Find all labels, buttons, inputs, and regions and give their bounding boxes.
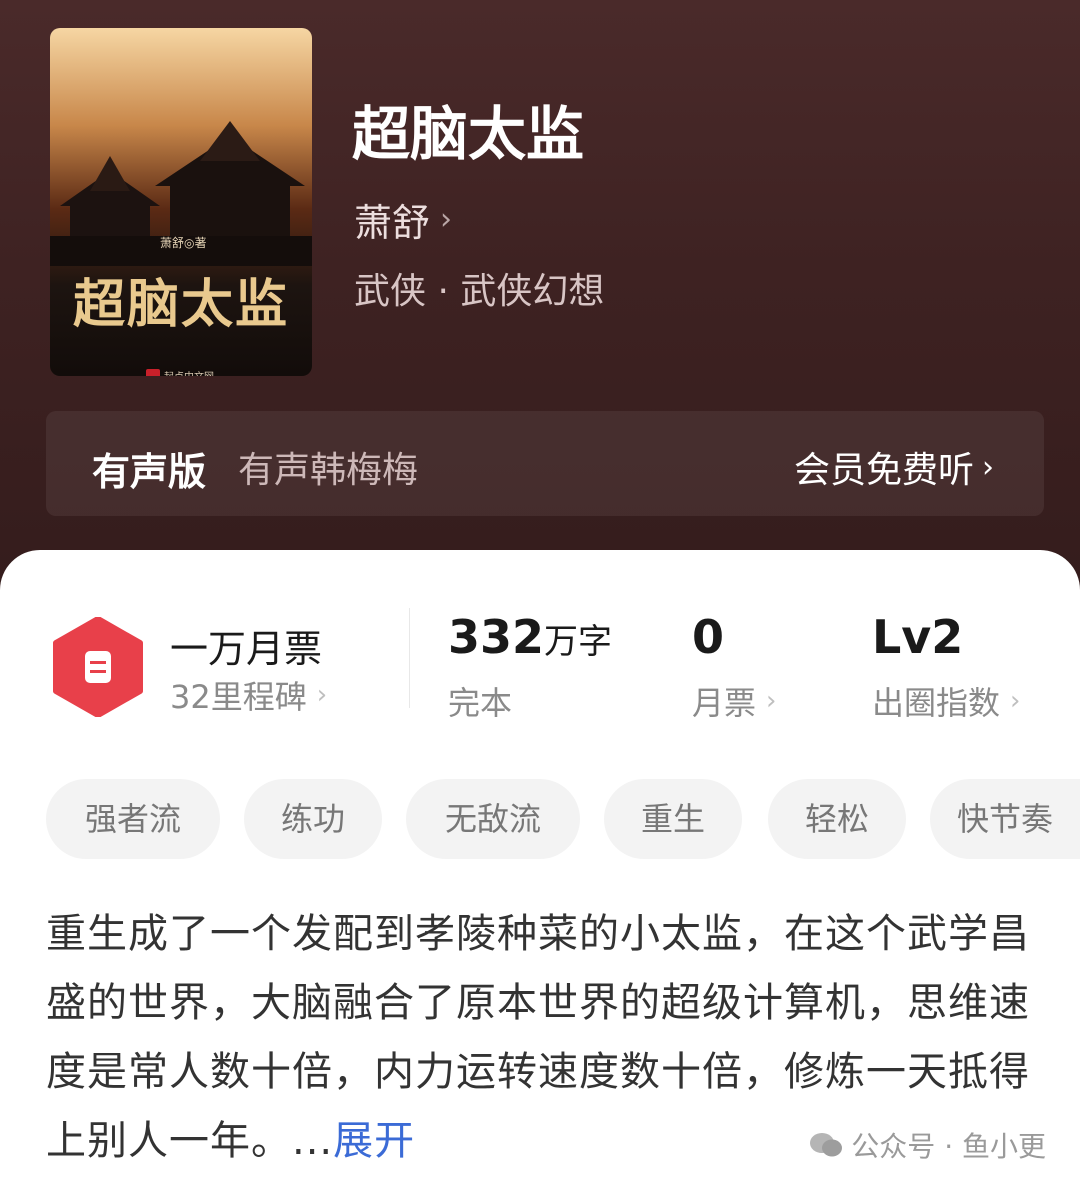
book-header: 萧舒◎著 超脑太监 起点中文网 超脑太监 萧舒 › 武侠 · 武侠幻想 有声版 … (0, 0, 1080, 600)
cover-publisher: 起点中文网 (146, 368, 214, 376)
tag-list: 强者流 练功 无敌流 重生 轻松 快节奏 (0, 779, 1080, 859)
monthly-votes-link[interactable]: 月票 › (692, 678, 776, 724)
chevron-right-icon: › (766, 686, 777, 716)
popularity-link[interactable]: 出圈指数 › (872, 678, 1020, 724)
completion-status-label: 完本 (448, 684, 513, 722)
tag-chip[interactable]: 快节奏 (930, 779, 1080, 859)
author-link[interactable]: 萧舒 › (354, 192, 452, 247)
book-cover[interactable]: 萧舒◎著 超脑太监 起点中文网 (50, 28, 312, 376)
word-count-value: 332 (448, 610, 545, 664)
word-count: 332万字 (448, 610, 612, 664)
popularity-label: 出圈指数 (872, 684, 1001, 722)
monthly-votes-label: 月票 (692, 684, 757, 722)
publisher-logo-icon (146, 368, 160, 376)
audio-label: 有声版 (92, 450, 207, 494)
wechat-icon (810, 1133, 843, 1157)
tag-chip[interactable]: 重生 (604, 779, 742, 859)
completion-status: 完本 (448, 678, 512, 724)
ticket-badge-icon (53, 617, 143, 717)
cover-author: 萧舒◎著 (160, 236, 207, 250)
chevron-right-icon: › (440, 202, 453, 237)
author-name: 萧舒 (354, 201, 431, 245)
intro-ellipsis: ... (292, 1118, 334, 1164)
cover-title-art: 超脑太监 (72, 274, 289, 335)
expand-link[interactable]: 展开 (333, 1118, 415, 1164)
word-count-unit: 万字 (544, 622, 613, 662)
milestone-sub: 32里程碑 (170, 678, 307, 716)
tag-chip[interactable]: 轻松 (768, 779, 906, 859)
tag-chip[interactable]: 强者流 (46, 779, 220, 859)
watermark: 公众号 · 鱼小更 (809, 1125, 1046, 1165)
book-details-sheet: 一万月票 32里程碑 › 332万字 完本 0 月票 › Lv2 出圈指数 › … (0, 550, 1080, 1189)
chevron-right-icon: › (316, 680, 328, 710)
stats-divider (409, 608, 410, 708)
listen-free-button[interactable]: 会员免费听 › (794, 441, 994, 493)
audio-version-bar[interactable]: 有声版 有声韩梅梅 会员免费听 › (46, 411, 1044, 516)
book-genre: 武侠 · 武侠幻想 (354, 271, 605, 312)
tag-chip[interactable]: 无敌流 (406, 779, 580, 859)
monthly-votes-value: 0 (692, 610, 725, 664)
milestone-title: 一万月票 (170, 627, 323, 671)
watermark-text: 公众号 · 鱼小更 (851, 1130, 1046, 1163)
audio-narrator: 有声韩梅梅 (238, 450, 419, 491)
book-title: 超脑太监 (352, 100, 585, 168)
tag-chip[interactable]: 练功 (244, 779, 382, 859)
popularity-value: Lv2 (872, 610, 964, 664)
listen-free-label: 会员免费听 (793, 450, 974, 491)
milestone-link[interactable]: 32里程碑 › (170, 672, 327, 718)
chevron-right-icon: › (1010, 686, 1021, 716)
publisher-name: 起点中文网 (164, 368, 214, 376)
chevron-right-icon: › (982, 449, 994, 485)
